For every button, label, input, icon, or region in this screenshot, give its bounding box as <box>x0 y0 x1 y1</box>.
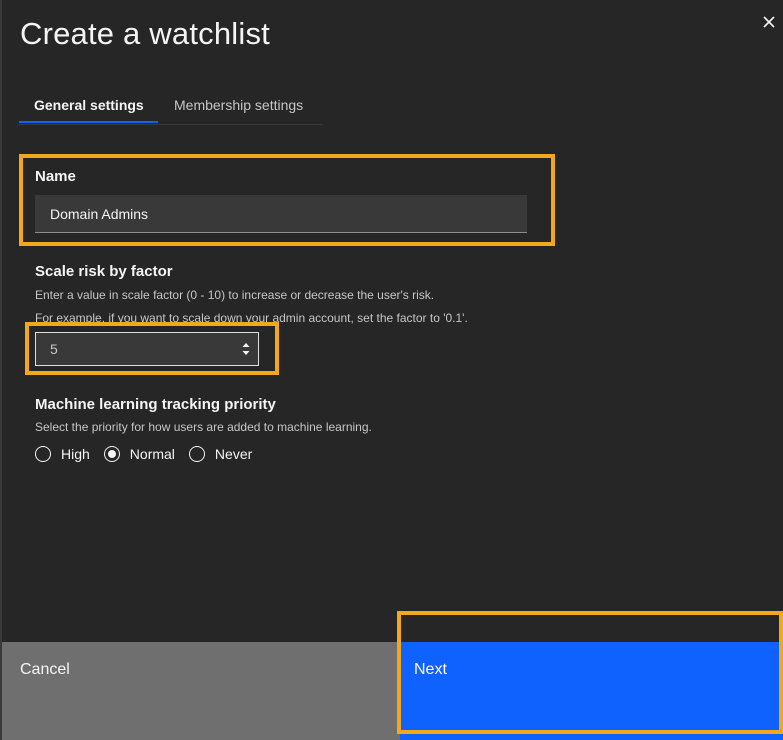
ml-priority-helper-text: Select the priority for how users are ad… <box>35 420 372 434</box>
radio-never[interactable]: Never <box>188 446 253 462</box>
scale-factor-input[interactable]: 5 <box>35 332 259 366</box>
name-input[interactable]: Domain Admins <box>35 195 527 233</box>
radio-button-unchecked[interactable] <box>188 446 205 462</box>
radio-button-unchecked[interactable] <box>35 446 51 462</box>
radio-normal[interactable]: Normal <box>103 446 175 462</box>
scale-factor-value: 5 <box>50 341 58 357</box>
cancel-button-label: Cancel <box>20 661 70 678</box>
scale-risk-label: Scale risk by factor <box>35 263 173 280</box>
close-icon <box>763 16 775 28</box>
radio-label-normal: Normal <box>129 446 175 462</box>
radio-button-checked[interactable] <box>103 446 120 462</box>
cancel-button[interactable]: Cancel <box>2 642 400 740</box>
ml-priority-label: Machine learning tracking priority <box>35 396 276 413</box>
scale-risk-helper-text: Enter a value in scale factor (0 - 10) t… <box>35 288 435 302</box>
radio-label-high: High <box>61 446 90 462</box>
next-button-label: Next <box>414 661 447 678</box>
ml-priority-radio-group: High Normal Never <box>35 444 266 464</box>
spinner-arrows-icon[interactable] <box>242 342 250 356</box>
radio-label-never: Never <box>214 446 253 462</box>
create-watchlist-modal: Create a watchlist General settings Memb… <box>0 0 783 740</box>
close-button[interactable] <box>759 12 779 32</box>
modal-title: Create a watchlist <box>20 16 270 51</box>
radio-high[interactable]: High <box>35 446 90 462</box>
tab-general-settings[interactable]: General settings <box>19 86 158 123</box>
name-label: Name <box>35 168 76 185</box>
next-button[interactable]: Next <box>400 642 783 740</box>
scale-risk-example-text: For example, if you want to scale down y… <box>35 311 468 325</box>
tab-membership-settings[interactable]: Membership settings <box>174 86 324 123</box>
tab-list: General settings Membership settings <box>19 86 323 125</box>
